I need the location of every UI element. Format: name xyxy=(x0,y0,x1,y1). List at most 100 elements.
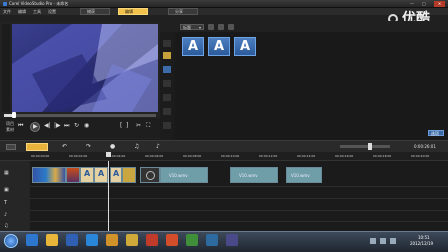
maximize-button[interactable]: □ xyxy=(422,2,426,6)
end-icon[interactable]: ⏭ xyxy=(64,123,69,129)
app-icon[interactable] xyxy=(226,234,238,246)
menu-file[interactable]: 文件 xyxy=(3,10,11,14)
clip-label: V10.wmv xyxy=(291,173,310,178)
redo-icon[interactable]: ↷ xyxy=(86,144,91,150)
ruler-tick: 00:00:06:00 xyxy=(145,154,164,158)
chevron-down-icon: ▾ xyxy=(199,25,202,30)
title-clip[interactable]: A xyxy=(80,167,94,183)
fullscreen-icon[interactable]: ⛶ xyxy=(146,123,150,129)
app-icon[interactable] xyxy=(66,234,78,246)
timeline-view-button[interactable] xyxy=(26,143,48,151)
overlay-track-icon[interactable]: ▣ xyxy=(4,188,9,193)
mode-clip-label[interactable]: 素材 xyxy=(6,128,14,132)
repeat-icon[interactable]: ↻ xyxy=(74,123,79,129)
ruler-tick: 00:00:10:00 xyxy=(221,154,240,158)
video-clip[interactable] xyxy=(32,167,66,183)
media-icon[interactable] xyxy=(163,40,171,47)
volume-tray-icon[interactable] xyxy=(390,238,396,244)
app-icon[interactable] xyxy=(126,234,138,246)
video-track-icon[interactable]: ▦ xyxy=(4,171,9,176)
path-icon[interactable] xyxy=(163,122,171,129)
video-clip[interactable] xyxy=(122,167,136,183)
ie-icon[interactable] xyxy=(26,234,38,246)
clock-date: 2012/12/19 xyxy=(410,241,434,246)
video-clip-v10[interactable]: V10.wmv xyxy=(286,167,322,183)
step-share-tab[interactable]: 分享 xyxy=(168,8,198,15)
graphic-icon[interactable] xyxy=(163,80,171,87)
preview-scrub-bar[interactable] xyxy=(4,114,156,117)
app-icon[interactable] xyxy=(186,234,198,246)
start-button[interactable] xyxy=(4,234,18,248)
undo-icon[interactable]: ↶ xyxy=(62,144,67,150)
menu-settings[interactable]: 设置 xyxy=(48,10,56,14)
audio-icon[interactable] xyxy=(163,108,171,115)
library-tabbar: 标题 ▾ xyxy=(160,21,448,32)
title-clip[interactable]: A xyxy=(94,167,108,183)
preview-scrub-progress xyxy=(4,114,12,117)
timeline-ruler[interactable]: 00:00:00:00 00:00:02:00 00:00:04:00 00:0… xyxy=(0,152,448,161)
step-share-label: 分享 xyxy=(175,9,183,14)
app-icon[interactable] xyxy=(86,234,98,246)
view-icon[interactable] xyxy=(228,24,234,30)
menu-bar: 文件 编辑 工具 设置 捕获 编辑 分享 xyxy=(0,8,448,15)
title-clip[interactable]: A xyxy=(110,167,122,183)
storyboard-view-button[interactable] xyxy=(6,144,16,150)
options-button-label: 选项 xyxy=(431,131,439,136)
import-icon[interactable] xyxy=(208,24,214,30)
transition-icon xyxy=(146,171,155,180)
playhead[interactable] xyxy=(108,161,109,231)
music-track-icon[interactable]: ♫ xyxy=(4,224,8,229)
video-clip-v10[interactable]: V10.wmv xyxy=(160,167,208,183)
prev-frame-icon[interactable]: ◀| xyxy=(44,123,51,129)
title-icon[interactable] xyxy=(163,66,171,73)
title-tile-3[interactable]: A xyxy=(234,37,256,56)
minimize-button[interactable]: — xyxy=(410,2,414,6)
mixer-icon[interactable]: ♫ xyxy=(134,144,139,150)
mode-project-label[interactable]: 项目 xyxy=(6,122,14,126)
network-icon[interactable] xyxy=(380,238,386,244)
gallery-dropdown[interactable]: 标题 ▾ xyxy=(180,24,204,30)
transition-icon[interactable] xyxy=(163,52,171,59)
title-tile-2[interactable]: A xyxy=(208,37,230,56)
filter-icon[interactable] xyxy=(163,94,171,101)
record-icon[interactable]: ● xyxy=(110,144,115,150)
sort-icon[interactable] xyxy=(218,24,224,30)
ruler-tick: 00:00:16:00 xyxy=(335,154,354,158)
timeline-toolbar: ↶ ↷ ● ♫ ♪ 0:00:26:01 xyxy=(0,140,448,152)
preview-left-strip xyxy=(2,24,10,112)
app-icon[interactable] xyxy=(206,234,218,246)
step-edit-tab[interactable]: 编辑 xyxy=(118,8,148,15)
app-icon[interactable] xyxy=(146,234,158,246)
zoom-slider-handle[interactable] xyxy=(368,143,372,150)
app-icon[interactable] xyxy=(106,234,118,246)
transition-clip[interactable] xyxy=(140,167,160,183)
playhead-handle[interactable] xyxy=(106,152,111,157)
title-bar: Corel VideoStudio Pro - 未命名 — □ ✕ xyxy=(0,0,448,8)
video-clip[interactable] xyxy=(66,167,80,183)
title-tile-1[interactable]: A xyxy=(182,37,204,56)
volume-icon[interactable]: ◉ xyxy=(84,123,89,129)
timeline-timecode: 0:00:26:01 xyxy=(414,144,436,149)
title-clip-icon: A xyxy=(98,169,105,178)
tray-icon[interactable] xyxy=(370,238,376,244)
auto-music-icon[interactable]: ♪ xyxy=(156,144,160,150)
mark-in-icon[interactable]: [ xyxy=(120,123,122,129)
step-capture-tab[interactable]: 捕获 xyxy=(80,8,110,15)
mark-out-icon[interactable]: ] xyxy=(126,123,128,129)
ruler-tick: 00:00:00:00 xyxy=(31,154,50,158)
title-track-icon[interactable]: T xyxy=(4,201,7,206)
menu-edit[interactable]: 编辑 xyxy=(18,10,26,14)
options-button[interactable]: 选项 xyxy=(428,130,444,136)
close-button[interactable]: ✕ xyxy=(434,1,445,7)
play-button[interactable]: ▶ xyxy=(30,122,40,132)
explorer-icon[interactable] xyxy=(46,234,58,246)
ruler-tick: 00:00:12:00 xyxy=(259,154,278,158)
cut-icon[interactable]: ✂ xyxy=(136,123,141,129)
menu-tools[interactable]: 工具 xyxy=(33,10,41,14)
home-icon[interactable]: ⏮ xyxy=(18,123,23,129)
voice-track-icon[interactable]: ♪ xyxy=(4,213,7,218)
video-clip-v10[interactable]: V10.wmv xyxy=(230,167,278,183)
app-icon[interactable] xyxy=(166,234,178,246)
next-frame-icon[interactable]: |▶ xyxy=(54,123,61,129)
zoom-slider[interactable] xyxy=(340,145,390,148)
